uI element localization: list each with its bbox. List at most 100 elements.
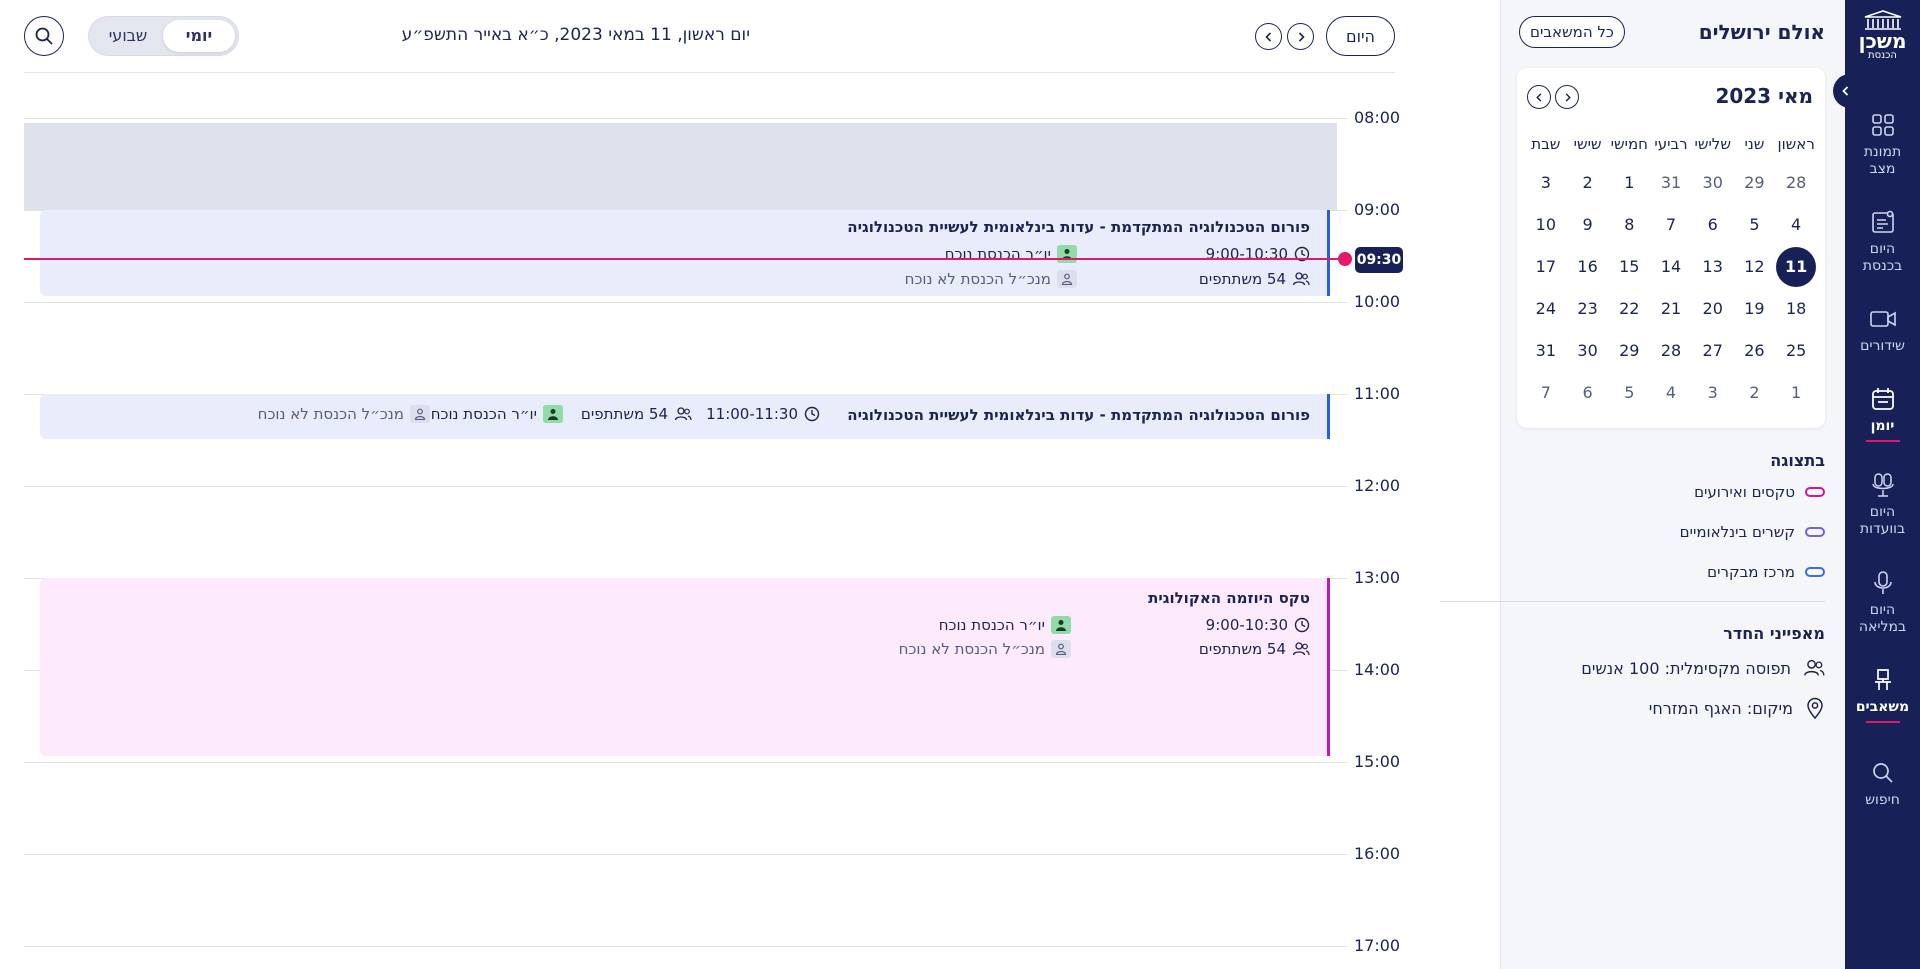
calendar-day[interactable]: 22 bbox=[1608, 288, 1650, 330]
legend-item-ceremonies[interactable]: טקסים ואירועים bbox=[1694, 483, 1825, 501]
hour-label: 09:00 bbox=[1354, 200, 1401, 219]
event-card[interactable]: טקס היוזמה האקולוגית 9:00-10:30 54 משתתפ… bbox=[40, 578, 1330, 756]
calendar-day-number: 31 bbox=[1535, 341, 1557, 360]
calendar-day-selected[interactable]: 11 bbox=[1775, 246, 1817, 288]
clock-icon bbox=[1294, 617, 1310, 633]
calendar-day-number: 16 bbox=[1577, 257, 1598, 276]
calendar-day[interactable]: 1 bbox=[1608, 162, 1650, 204]
nav-item-committees[interactable]: היום בוועדות bbox=[1845, 470, 1920, 538]
nav-item-calendar[interactable]: יומן bbox=[1845, 384, 1920, 442]
calendar-day[interactable]: 20 bbox=[1692, 288, 1734, 330]
calendar-day[interactable]: 9 bbox=[1567, 204, 1609, 246]
calendar-day[interactable]: 13 bbox=[1692, 246, 1734, 288]
calendar-day[interactable]: 29 bbox=[1608, 330, 1650, 372]
current-time-label: 09:30 bbox=[1355, 247, 1403, 273]
microphone-icon bbox=[1868, 568, 1898, 598]
calendar-day[interactable]: 30 bbox=[1692, 162, 1734, 204]
person-absent-icon bbox=[1051, 640, 1071, 658]
calendar-day[interactable]: 2 bbox=[1567, 162, 1609, 204]
hour-label: 08:00 bbox=[1354, 108, 1401, 127]
event-chair-status: יו״ר הכנסת נוכח bbox=[945, 245, 1077, 263]
calendar-day[interactable]: 28 bbox=[1775, 162, 1817, 204]
calendar-day-number: 26 bbox=[1744, 341, 1765, 360]
calendar-day[interactable]: 10 bbox=[1525, 204, 1567, 246]
calendar-day-number: 27 bbox=[1702, 341, 1723, 360]
calendar-day[interactable]: 26 bbox=[1734, 330, 1776, 372]
calendar-day[interactable]: 28 bbox=[1650, 330, 1692, 372]
calendar-day[interactable]: 4 bbox=[1775, 204, 1817, 246]
hour-label: 11:00 bbox=[1354, 384, 1401, 403]
calendar-day[interactable]: 31 bbox=[1525, 330, 1567, 372]
legend-label: מרכז מבקרים bbox=[1707, 563, 1795, 581]
next-month-button[interactable] bbox=[1555, 85, 1579, 109]
calendar-day-number: 28 bbox=[1785, 173, 1807, 192]
calendar-day[interactable]: 7 bbox=[1650, 204, 1692, 246]
calendar-day[interactable]: 16 bbox=[1567, 246, 1609, 288]
logo-main-text: משכן bbox=[1858, 29, 1907, 53]
calendar-day[interactable]: 4 bbox=[1650, 372, 1692, 414]
blocked-slot bbox=[24, 123, 1337, 210]
chevron-left-icon bbox=[1535, 92, 1541, 102]
calendar-day[interactable]: 30 bbox=[1567, 330, 1609, 372]
event-dg-status-text: מנכ״ל הכנסת לא נוכח bbox=[898, 640, 1045, 658]
hour-line bbox=[24, 946, 1348, 947]
nav-item-broadcasts[interactable]: שידורים bbox=[1845, 304, 1920, 355]
clock-icon bbox=[804, 406, 820, 422]
knesset-logo[interactable]: משכן הכנסת bbox=[1852, 10, 1913, 66]
search-icon bbox=[1868, 758, 1898, 788]
calendar-day[interactable]: 3 bbox=[1692, 372, 1734, 414]
legend-item-international[interactable]: קשרים בינלאומיים bbox=[1680, 523, 1825, 541]
calendar-day[interactable]: 19 bbox=[1734, 288, 1776, 330]
nav-item-search[interactable]: חיפוש bbox=[1845, 758, 1920, 809]
prev-month-button[interactable] bbox=[1527, 85, 1551, 109]
calendar-day[interactable]: 12 bbox=[1734, 246, 1776, 288]
event-card[interactable]: פורום הטכנולוגיה המתקדמת - עדות בינלאומי… bbox=[40, 210, 1330, 296]
event-time: 9:00-10:30 bbox=[1206, 245, 1310, 263]
calendar-day[interactable]: 14 bbox=[1650, 246, 1692, 288]
calendar-day[interactable]: 21 bbox=[1650, 288, 1692, 330]
legend-item-visitors[interactable]: מרכז מבקרים bbox=[1707, 563, 1825, 581]
calendar-day-number: 6 bbox=[1707, 215, 1718, 234]
calendar-day-number: 7 bbox=[1665, 215, 1677, 234]
calendar-day-number: 29 bbox=[1744, 173, 1765, 192]
calendar-day[interactable]: 5 bbox=[1734, 204, 1776, 246]
calendar-day[interactable]: 23 bbox=[1567, 288, 1609, 330]
collapse-panel-button[interactable] bbox=[1833, 74, 1859, 108]
calendar-day-number: 14 bbox=[1660, 257, 1682, 276]
calendar-day[interactable]: 18 bbox=[1775, 288, 1817, 330]
calendar-day[interactable]: 24 bbox=[1525, 288, 1567, 330]
calendar-day-number: 13 bbox=[1702, 257, 1723, 276]
room-features-title: מאפייני החדר bbox=[1723, 624, 1825, 643]
calendar-day[interactable]: 6 bbox=[1567, 372, 1609, 414]
calendar-day-number: 19 bbox=[1744, 299, 1765, 318]
event-card[interactable]: פורום הטכנולוגיה המתקדמת - עדות בינלאומי… bbox=[40, 394, 1330, 439]
day-calendar: היום יום ראשון, 11 במאי 2023, כ״א באייר … bbox=[0, 0, 1420, 969]
calendar-day[interactable]: 7 bbox=[1525, 372, 1567, 414]
nav-item-dashboard[interactable]: תמונת מצב bbox=[1845, 110, 1920, 178]
event-participants-text: 54 משתתפים bbox=[1198, 640, 1286, 658]
users-icon bbox=[1804, 659, 1825, 676]
calendar-day[interactable]: 1 bbox=[1775, 372, 1817, 414]
calendar-day[interactable]: 15 bbox=[1608, 246, 1650, 288]
event-title: פורום הטכנולוגיה המתקדמת - עדות בינלאומי… bbox=[847, 406, 1310, 424]
calendar-day[interactable]: 25 bbox=[1775, 330, 1817, 372]
calendar-day[interactable]: 3 bbox=[1525, 162, 1567, 204]
nav-item-today-knesset[interactable]: היום בכנסת bbox=[1845, 207, 1920, 275]
calendar-day[interactable]: 2 bbox=[1734, 372, 1776, 414]
all-resources-button[interactable]: כל המשאבים bbox=[1519, 16, 1625, 48]
calendar-day[interactable]: 8 bbox=[1608, 204, 1650, 246]
calendar-day[interactable]: 29 bbox=[1734, 162, 1776, 204]
legend-label: טקסים ואירועים bbox=[1694, 483, 1795, 501]
calendar-day[interactable]: 31 bbox=[1650, 162, 1692, 204]
calendar-day-number: 4 bbox=[1791, 215, 1802, 234]
calendar-day[interactable]: 17 bbox=[1525, 246, 1567, 288]
weekday-header: שני bbox=[1744, 135, 1765, 153]
event-time-text: 9:00-10:30 bbox=[1205, 245, 1288, 263]
event-participants-text: 54 משתתפים bbox=[1198, 270, 1286, 288]
nav-item-resources[interactable]: משאבים bbox=[1845, 665, 1920, 723]
calendar-day[interactable]: 6 bbox=[1692, 204, 1734, 246]
calendar-day[interactable]: 27 bbox=[1692, 330, 1734, 372]
nav-item-plenum[interactable]: היום במליאה bbox=[1845, 568, 1920, 636]
calendar-day[interactable]: 5 bbox=[1608, 372, 1650, 414]
weekday-header: חמישי bbox=[1610, 135, 1648, 153]
